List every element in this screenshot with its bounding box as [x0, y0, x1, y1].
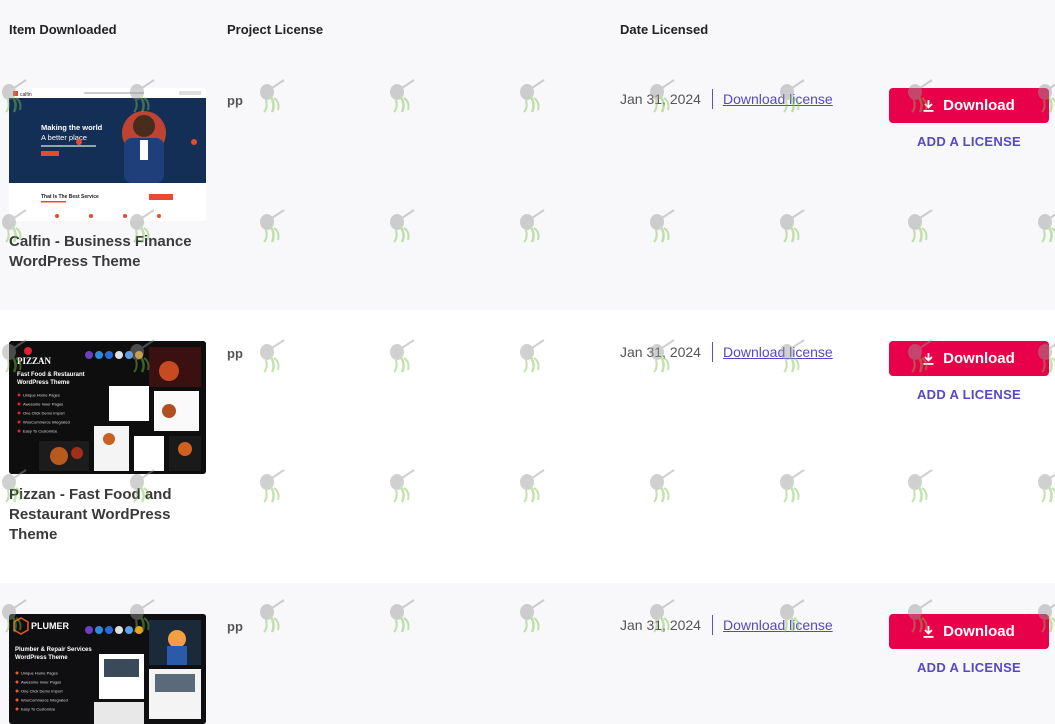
add-a-license-link[interactable]: ADD A LICENSE [889, 387, 1049, 402]
item-thumbnail-plumer[interactable]: PLUMER Plumber & Repair Services WordPre… [9, 614, 206, 724]
thumb-headline2: WordPress Theme [17, 380, 70, 386]
table-header: Item Downloaded Project License Date Lic… [0, 0, 1055, 60]
download-icon [923, 625, 934, 638]
download-button-label: Download [943, 97, 1015, 114]
download-button[interactable]: Download [889, 88, 1049, 123]
date-value: Jan 31, 2024 [620, 344, 701, 360]
thumb-headline1: Fast Food & Restaurant [17, 372, 85, 378]
date-licensed: Jan 31, 2024 Download license [620, 342, 833, 362]
header-project-license: Project License [227, 22, 324, 37]
thumb-headline2: WordPress Theme [15, 655, 68, 661]
thumb-feature: Easy To Customize [21, 707, 56, 712]
download-button-label: Download [943, 623, 1015, 640]
divider [711, 89, 713, 109]
item-thumbnail-calfin[interactable]: calfin Making the world A better place T… [9, 88, 206, 221]
thumb-feature: One Click Demo Import [23, 411, 65, 416]
add-a-license-link[interactable]: ADD A LICENSE [889, 134, 1049, 149]
header-date-licensed: Date Licensed [620, 22, 709, 37]
item-title[interactable]: Calfin - Business Finance WordPress Them… [9, 232, 199, 272]
table-row: PIZZAN Fast Food & Restaurant WordPress … [0, 310, 1055, 583]
download-button[interactable]: Download [889, 341, 1049, 376]
thumb-feature: Unique Home Pages [21, 671, 58, 676]
thumb-feature: One Click Demo Import [21, 689, 63, 694]
item-title[interactable]: Pizzan - Fast Food and Restaurant WordPr… [9, 485, 199, 545]
project-license-value: pp [227, 93, 243, 108]
download-button-label: Download [943, 350, 1015, 367]
thumb-feature: Awesome Inner Pages [21, 680, 61, 685]
thumb-logo: calfin [20, 92, 32, 98]
divider [711, 342, 713, 362]
download-icon [923, 99, 934, 112]
thumb-logo: PIZZAN [17, 356, 52, 366]
table-row: PLUMER Plumber & Repair Services WordPre… [0, 583, 1055, 724]
header-item-downloaded: Item Downloaded [9, 22, 117, 37]
date-value: Jan 31, 2024 [620, 617, 701, 633]
date-licensed: Jan 31, 2024 Download license [620, 615, 833, 635]
project-license-value: pp [227, 619, 243, 634]
add-a-license-link[interactable]: ADD A LICENSE [889, 660, 1049, 675]
thumb-feature: WooCommerce Integrated [23, 420, 70, 425]
table-row: calfin Making the world A better place T… [0, 60, 1055, 310]
divider [711, 615, 713, 635]
thumb-headline1: Plumber & Repair Services [15, 647, 92, 653]
thumb-feature: WooCommerce Integrated [21, 698, 68, 703]
project-license-value: pp [227, 346, 243, 361]
download-license-link[interactable]: Download license [723, 617, 833, 633]
thumb-feature: Awesome Inner Pages [23, 402, 63, 407]
download-license-link[interactable]: Download license [723, 344, 833, 360]
thumb-feature: Unique Home Pages [23, 393, 60, 398]
thumb-subhead: That Is The Best Service [41, 194, 99, 200]
thumb-logo: PLUMER [31, 621, 70, 631]
download-button[interactable]: Download [889, 614, 1049, 649]
date-value: Jan 31, 2024 [620, 91, 701, 107]
download-icon [923, 352, 934, 365]
date-licensed: Jan 31, 2024 Download license [620, 89, 833, 109]
thumb-feature: Easy To Customize [23, 429, 58, 434]
thumb-headline1: Making the world [41, 123, 103, 132]
item-thumbnail-pizzan[interactable]: PIZZAN Fast Food & Restaurant WordPress … [9, 341, 206, 474]
download-license-link[interactable]: Download license [723, 91, 833, 107]
